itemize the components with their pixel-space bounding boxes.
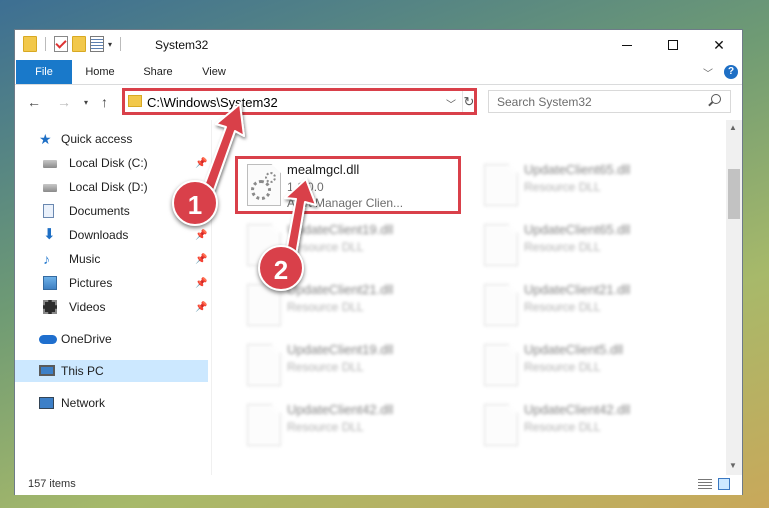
annotation-arrows: [203, 103, 317, 262]
step-2-badge: 2: [258, 245, 304, 291]
arrow-1: [203, 103, 245, 191]
step-1-badge: 1: [172, 180, 218, 226]
